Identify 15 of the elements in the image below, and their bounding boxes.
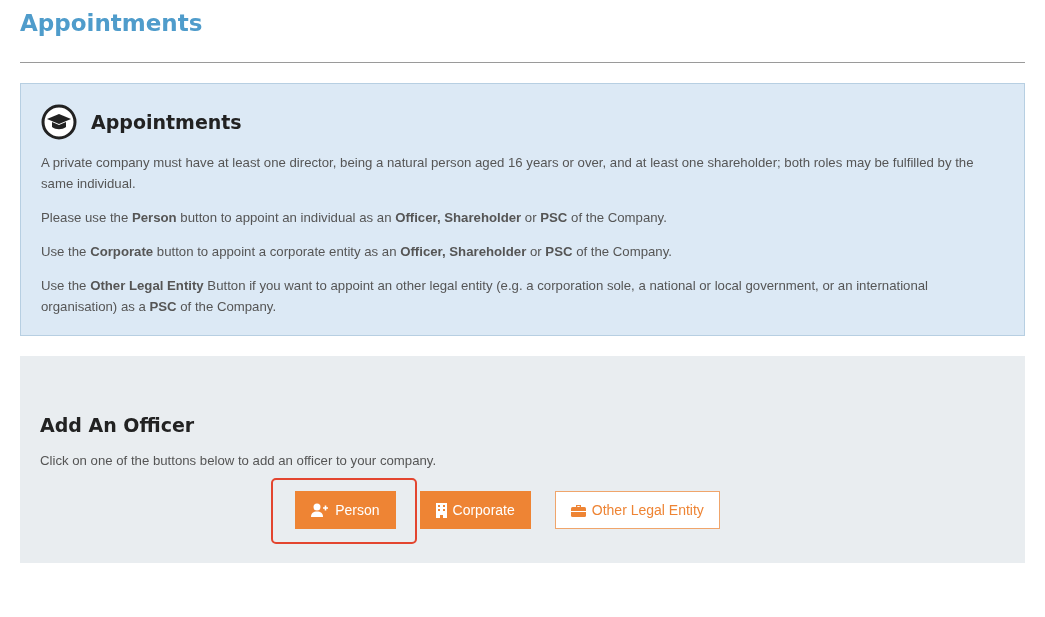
section-description: Click on one of the buttons below to add an officer to your company. — [40, 452, 438, 470]
graduation-cap-icon — [41, 104, 77, 140]
section-title: Add An Officer — [40, 414, 195, 436]
add-officer-button[interactable]: Corporate — [419, 491, 531, 529]
building-icon — [435, 502, 447, 518]
add-officer-button[interactable]: Other Legal Entity — [554, 491, 720, 529]
info-title: Appointments — [91, 111, 242, 133]
briefcase-icon — [570, 503, 586, 517]
info-paragraph: Use the Other Legal Entity Button if you want to appoint an other legal entity (e.g. a corporation sole, a national or local government, or an international organisation) as a PSC of the Company. — [41, 277, 929, 316]
info-paragraph: Please use the Person button to appoint an individual as an Officer, Shareholder or PSC of the Company. — [41, 209, 668, 227]
add-officer-button[interactable]: Person — [295, 491, 396, 529]
info-paragraph: Use the Corporate button to appoint a corporate entity as an Officer, Shareholder or PSC of the Company. — [41, 243, 673, 261]
add-person-icon — [311, 503, 330, 517]
info-paragraph: A private company must have at least one director, being a natural person aged 16 years or over, and at least one shareholder; both roles may be fulfilled by the same individual. — [41, 154, 975, 193]
page-title: Appointments — [20, 9, 203, 38]
